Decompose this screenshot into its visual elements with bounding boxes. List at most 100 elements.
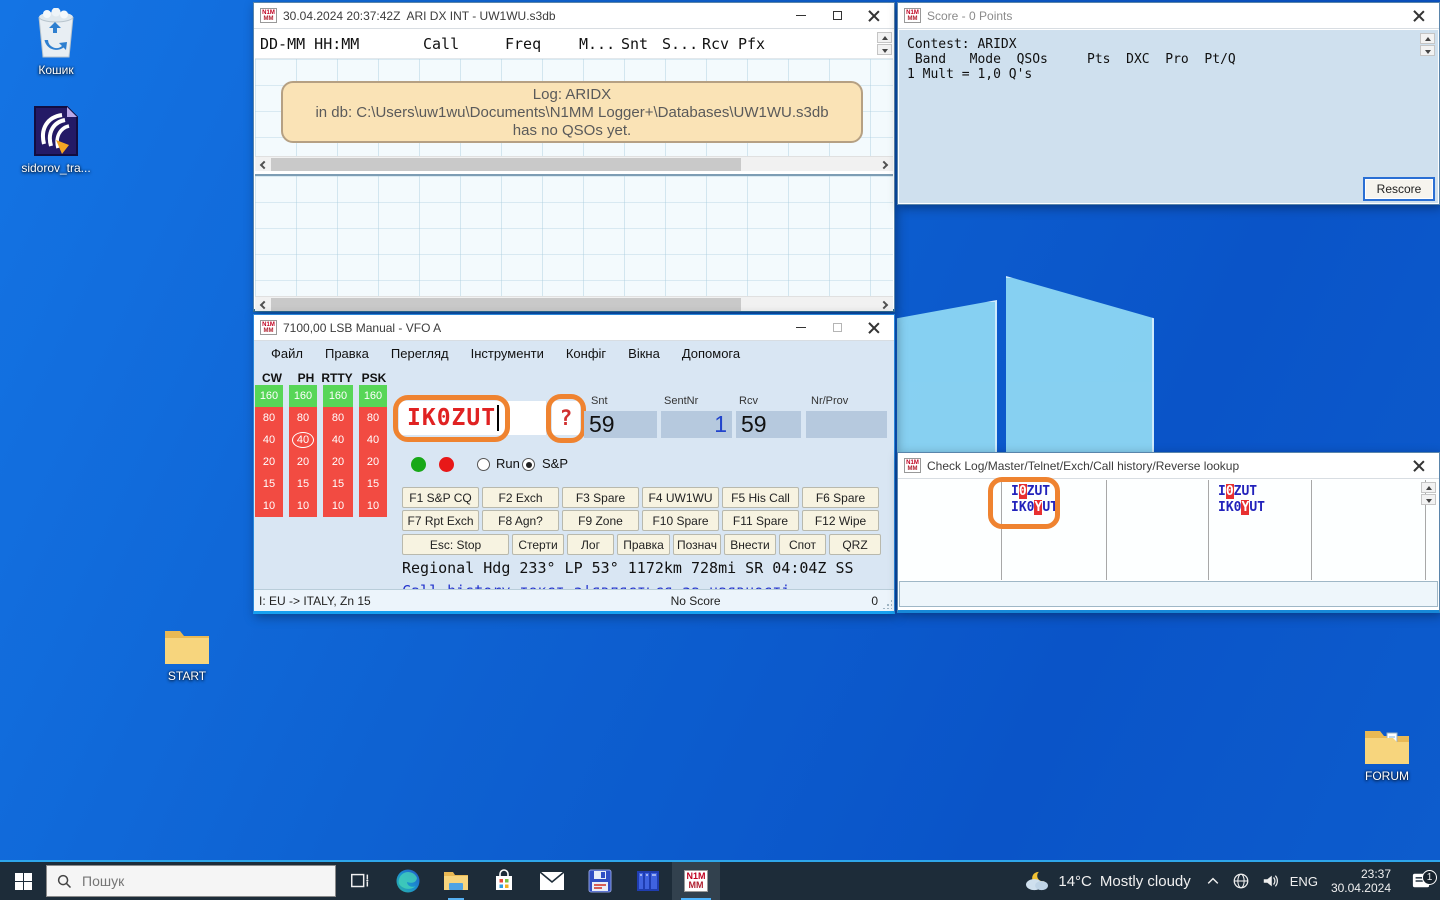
minimize-button[interactable]	[786, 5, 816, 27]
spin-down-icon[interactable]	[1420, 45, 1435, 56]
fkey-button-9[interactable]: F9 Zone	[562, 510, 639, 531]
band-button-RTTY-40[interactable]: 40	[323, 429, 353, 451]
fkey-button-8[interactable]: F8 Agn?	[482, 510, 559, 531]
band-button-RTTY-10[interactable]: 10	[323, 495, 353, 517]
clock[interactable]: 23:37 30.04.2024	[1331, 867, 1391, 895]
band-button-RTTY-15[interactable]: 15	[323, 473, 353, 495]
taskbar-app-edge[interactable]	[384, 862, 432, 900]
scroll-right-icon[interactable]	[878, 157, 893, 172]
fkey-button-7[interactable]: F7 Rpt Exch	[402, 510, 479, 531]
speaker-icon[interactable]	[1261, 873, 1279, 889]
scroll-right-icon[interactable]	[878, 297, 893, 312]
band-button-PSK-15[interactable]: 15	[359, 473, 387, 495]
band-button-PH-40[interactable]: 40	[289, 429, 317, 451]
menu-item-Інструменти[interactable]: Інструменти	[460, 343, 555, 364]
fkey-button-3[interactable]: F3 Spare	[562, 487, 639, 508]
snt-field[interactable]: 59	[584, 411, 657, 438]
spin-down-icon[interactable]	[1421, 494, 1436, 505]
taskbar-app-file-explorer[interactable]	[432, 862, 480, 900]
band-button-PH-20[interactable]: 20	[289, 451, 317, 473]
language-indicator[interactable]: ENG	[1290, 874, 1318, 889]
fkey-button-1[interactable]: F1 S&P CQ	[402, 487, 479, 508]
action-button-2[interactable]: Стерти	[512, 534, 564, 555]
log-column-header[interactable]: Pfx	[730, 35, 764, 53]
sp-radio[interactable]	[522, 458, 535, 471]
taskbar-app-mail[interactable]	[528, 862, 576, 900]
rescore-button[interactable]: Rescore	[1365, 179, 1433, 199]
band-button-PSK-160[interactable]: 160	[359, 385, 387, 407]
close-button[interactable]	[858, 5, 888, 27]
band-button-PSK-20[interactable]: 20	[359, 451, 387, 473]
log-column-header[interactable]: Freq	[497, 35, 571, 53]
band-button-PSK-10[interactable]: 10	[359, 495, 387, 517]
check-call-suggestion[interactable]: I0ZUT	[1218, 484, 1311, 500]
score-window-titlebar[interactable]: N1MMM Score - 0 Points	[898, 3, 1439, 29]
log-column-header[interactable]: Rcv	[694, 35, 730, 53]
menu-item-Перегляд[interactable]: Перегляд	[380, 343, 460, 364]
log-scrollbar-top[interactable]	[255, 156, 893, 171]
log-column-header[interactable]: S...	[654, 35, 694, 53]
check-call-suggestion[interactable]: IK0YUT	[1218, 500, 1311, 516]
log-scrollbar-bottom[interactable]	[255, 296, 893, 311]
menu-item-Вікна[interactable]: Вікна	[617, 343, 671, 364]
fkey-button-10[interactable]: F10 Spare	[642, 510, 719, 531]
spin-down-icon[interactable]	[877, 44, 892, 55]
taskbar-app-store[interactable]	[480, 862, 528, 900]
weather-widget[interactable]: 14°C Mostly cloudy	[1024, 870, 1190, 892]
log-window-titlebar[interactable]: N1MMM 30.04.2024 20:37:42Z ARI DX INT - …	[254, 3, 894, 29]
maximize-button[interactable]	[822, 317, 852, 339]
menu-item-Допомога[interactable]: Допомога	[671, 343, 751, 364]
band-button-CW-160[interactable]: 160	[255, 385, 283, 407]
action-button-4[interactable]: Правка	[617, 534, 670, 555]
menu-item-Конфіг[interactable]: Конфіг	[555, 343, 617, 364]
action-button-8[interactable]: QRZ	[829, 534, 881, 555]
band-button-PSK-40[interactable]: 40	[359, 429, 387, 451]
fkey-button-12[interactable]: F12 Wipe	[802, 510, 879, 531]
log-column-header[interactable]: Call	[415, 35, 497, 53]
log-column-header[interactable]: Snt	[613, 35, 654, 53]
band-button-CW-15[interactable]: 15	[255, 473, 283, 495]
notification-center-button[interactable]: 1	[1404, 872, 1438, 890]
band-button-CW-20[interactable]: 20	[255, 451, 283, 473]
desktop-icon-start-folder[interactable]: START	[152, 626, 222, 683]
entry-window-titlebar[interactable]: N1MMM 7100,00 LSB Manual - VFO A	[254, 315, 894, 341]
check-spinner[interactable]	[1421, 482, 1436, 505]
desktop-icon-forum-folder[interactable]: FORUM	[1352, 726, 1422, 783]
action-button-3[interactable]: Лог	[567, 534, 614, 555]
taskbar-app-task-view[interactable]	[336, 862, 384, 900]
band-button-CW-10[interactable]: 10	[255, 495, 283, 517]
fkey-button-4[interactable]: F4 UW1WU	[642, 487, 719, 508]
action-button-5[interactable]: Познач	[673, 534, 721, 555]
band-button-PH-80[interactable]: 80	[289, 407, 317, 429]
maximize-button[interactable]	[822, 5, 852, 27]
rcv-field[interactable]: 59	[736, 411, 801, 438]
callsign-input[interactable]: IK0ZUT	[399, 401, 546, 435]
check-call-suggestion[interactable]: I0ZUT	[1011, 484, 1106, 500]
band-button-RTTY-80[interactable]: 80	[323, 407, 353, 429]
action-button-1[interactable]: Esc: Stop	[402, 534, 509, 555]
log-header-spinner[interactable]	[877, 32, 892, 55]
desktop-icon-sidorov-file[interactable]: sidorov_tra...	[8, 104, 104, 175]
scroll-left-icon[interactable]	[255, 157, 270, 172]
search-input[interactable]	[82, 873, 282, 889]
action-button-6[interactable]: Внести	[724, 534, 776, 555]
band-button-PSK-80[interactable]: 80	[359, 407, 387, 429]
chevron-up-icon[interactable]	[1205, 874, 1221, 888]
minimize-button[interactable]	[786, 317, 816, 339]
sentnr-field[interactable]: 1	[661, 411, 732, 438]
run-radio[interactable]	[477, 458, 490, 471]
resize-grip[interactable]	[882, 599, 892, 609]
menu-item-Правка[interactable]: Правка	[314, 343, 380, 364]
close-button[interactable]	[1403, 455, 1433, 477]
taskbar-app-archive[interactable]	[624, 862, 672, 900]
scroll-thumb[interactable]	[271, 158, 741, 171]
start-button[interactable]	[0, 862, 46, 900]
check-window-titlebar[interactable]: N1MMM Check Log/Master/Telnet/Exch/Call …	[898, 453, 1439, 479]
spin-up-icon[interactable]	[877, 32, 892, 43]
search-box[interactable]	[46, 865, 336, 897]
uncertain-call-field[interactable]: ?	[552, 401, 580, 435]
band-button-RTTY-20[interactable]: 20	[323, 451, 353, 473]
band-button-CW-40[interactable]: 40	[255, 429, 283, 451]
fkey-button-11[interactable]: F11 Spare	[722, 510, 799, 531]
nrprov-field[interactable]	[806, 411, 887, 438]
